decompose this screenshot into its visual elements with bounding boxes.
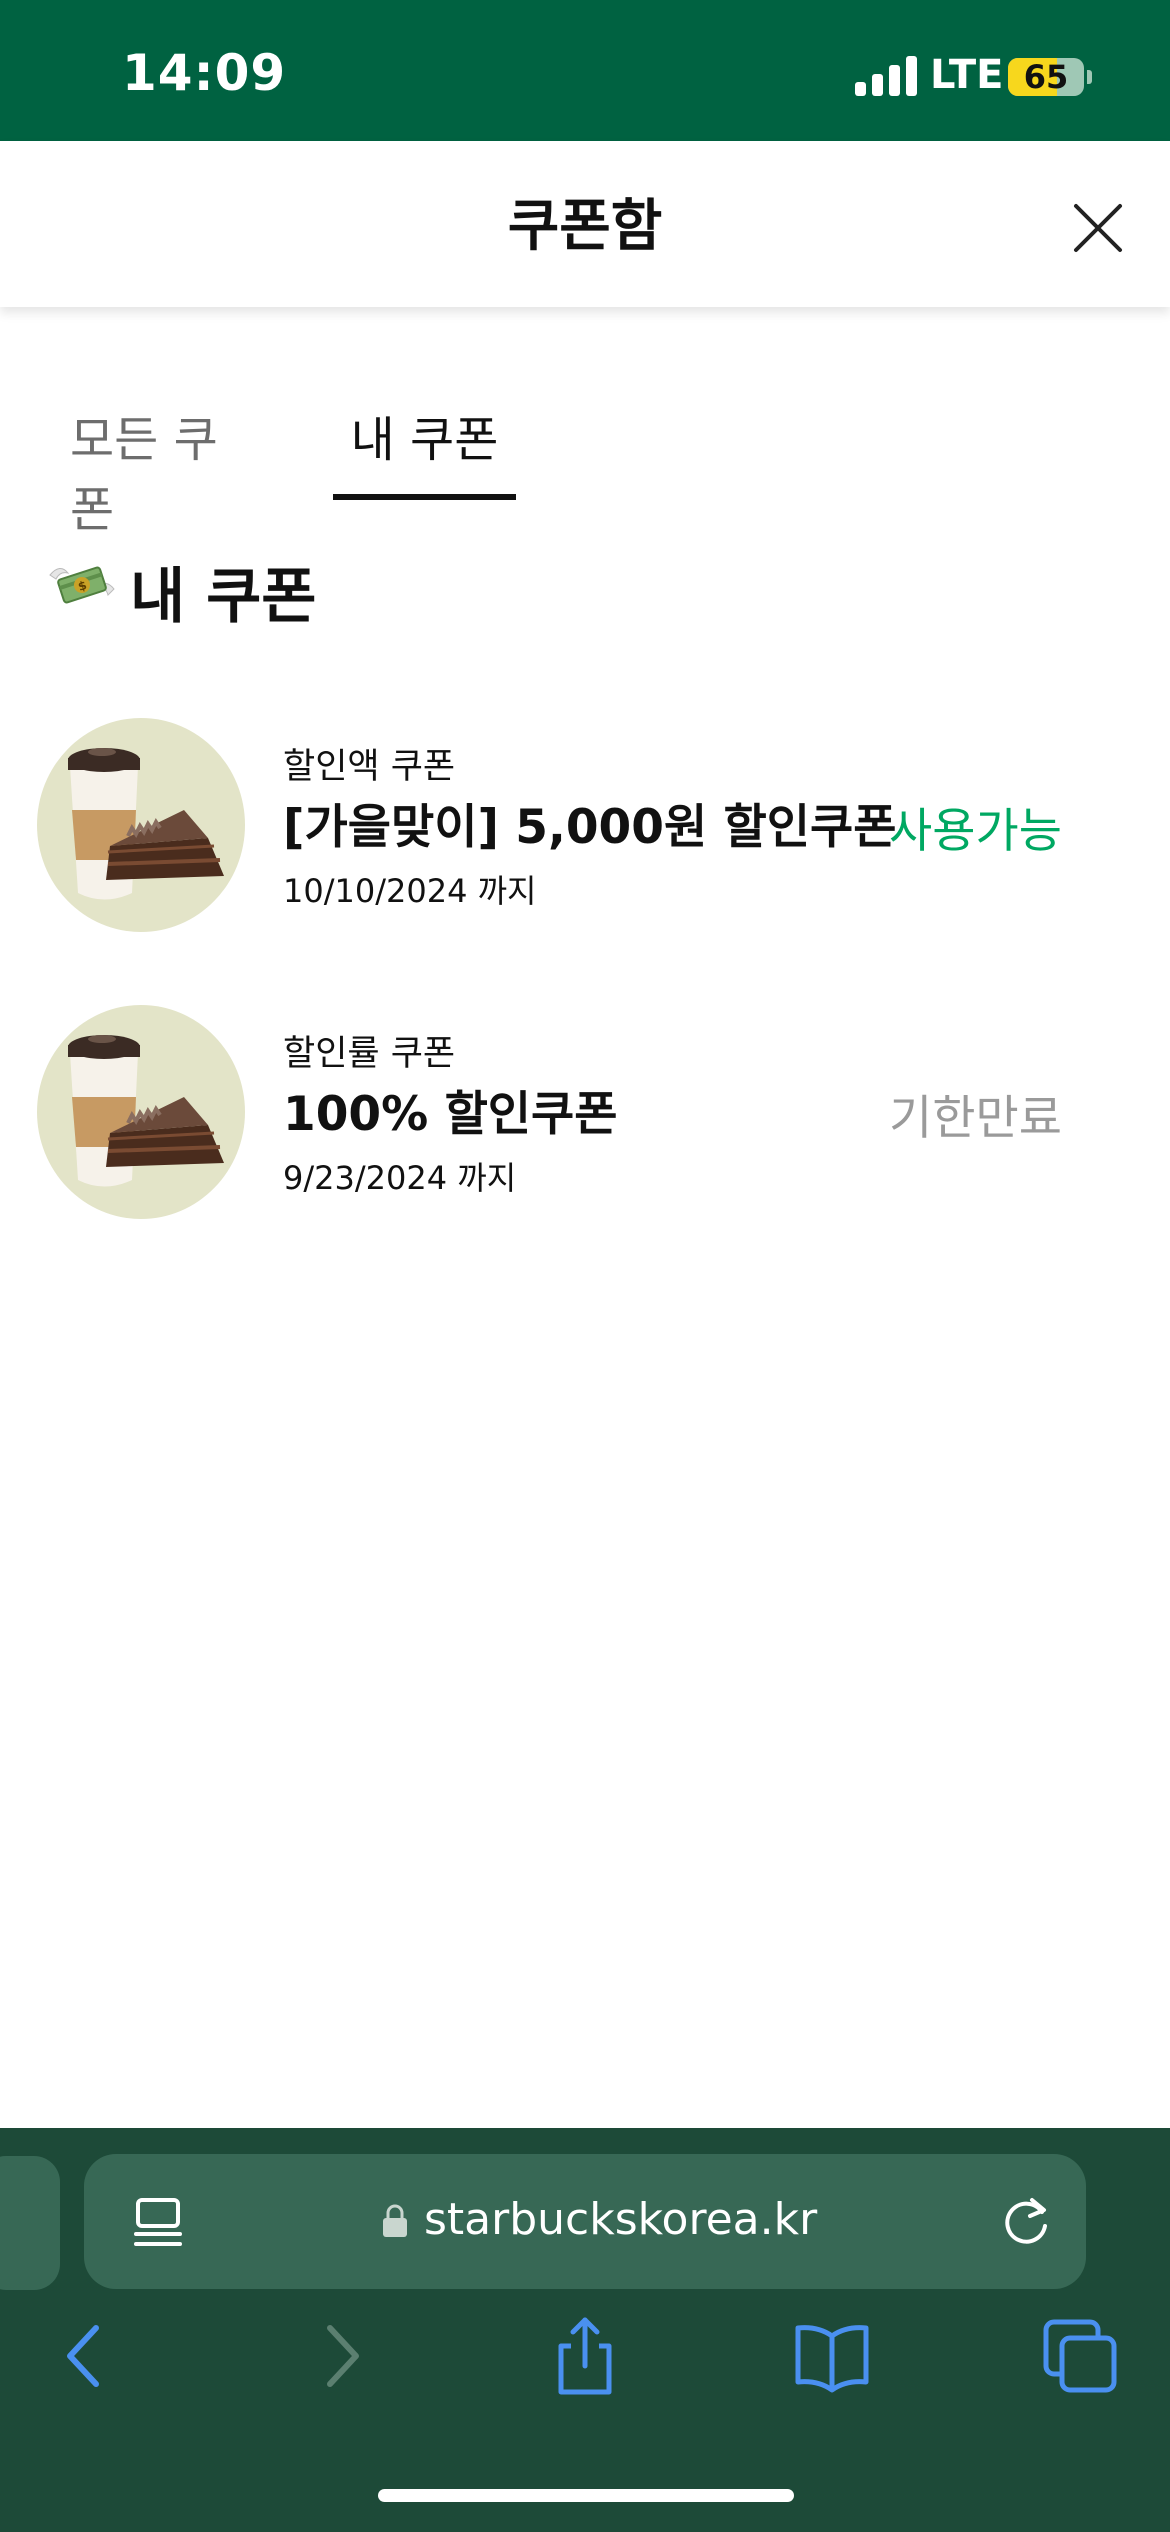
browser-toolbar: starbuckskorea.kr (0, 2128, 1170, 2532)
coupon-type: 할인액 쿠폰 (283, 747, 456, 787)
page-menu-icon[interactable] (130, 2194, 186, 2250)
coupon-status-badge: 사용가능 (889, 804, 1062, 859)
tabs-icon[interactable] (1040, 2316, 1120, 2396)
coupon-name: [가을맞이] 5,000원 할인쿠폰 (283, 800, 897, 855)
close-icon (1074, 204, 1122, 252)
url-text: starbuckskorea.kr (424, 2194, 818, 2245)
coupon-item[interactable]: 할인액 쿠폰 [가을맞이] 5,000원 할인쿠폰 10/10/2024 까지 … (0, 718, 1170, 938)
lock-icon (383, 2204, 407, 2237)
battery-tip (1087, 70, 1092, 84)
coffee-cake-icon (37, 1005, 245, 1219)
active-tab-indicator (333, 494, 516, 500)
network-type: LTE (930, 52, 1004, 98)
reload-icon[interactable] (996, 2190, 1056, 2250)
close-button[interactable] (1068, 198, 1128, 258)
battery-percent: 65 (1023, 58, 1069, 96)
coupon-name: 100% 할인쿠폰 (283, 1087, 618, 1142)
coupon-status-badge: 기한만료 (889, 1091, 1062, 1146)
coupon-expiry-date: 9/23/2024 까지 (283, 1159, 517, 1197)
money-with-wings-icon: $ (49, 566, 115, 604)
forward-icon[interactable] (300, 2316, 380, 2396)
previous-tab-peek[interactable] (0, 2156, 60, 2290)
coupon-expiry-date: 10/10/2024 까지 (283, 872, 537, 910)
address-bar[interactable]: starbuckskorea.kr (84, 2154, 1086, 2289)
coupon-type: 할인률 쿠폰 (283, 1034, 456, 1074)
tab-all-coupons[interactable]: 모든 쿠폰 (70, 400, 255, 538)
section-title: 내 쿠폰 (130, 562, 317, 632)
page-header: 쿠폰함 (0, 141, 1170, 307)
home-indicator[interactable] (378, 2489, 794, 2502)
coupon-item[interactable]: 할인률 쿠폰 100% 할인쿠폰 9/23/2024 까지 기한만료 (0, 1005, 1170, 1225)
status-time: 14:09 (122, 44, 287, 102)
page-title: 쿠폰함 (507, 194, 663, 259)
back-icon[interactable] (46, 2316, 126, 2396)
coffee-cake-icon (37, 718, 245, 932)
status-bar: 14:09 LTE 65 (0, 0, 1170, 141)
share-icon[interactable] (545, 2316, 625, 2396)
tab-my-coupons[interactable]: 내 쿠폰 (333, 400, 516, 500)
bookmarks-icon[interactable] (792, 2316, 872, 2396)
signal-strength-icon (855, 56, 917, 96)
battery-icon: 65 (1008, 58, 1084, 96)
